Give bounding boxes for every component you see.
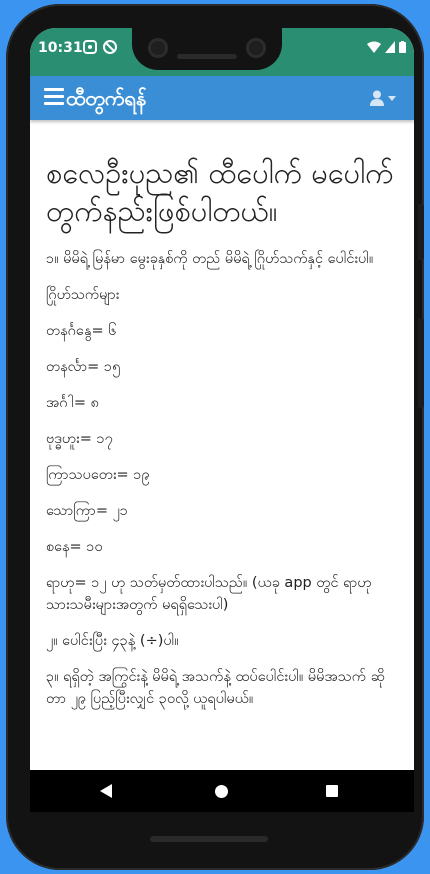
bottom-speaker — [150, 836, 268, 842]
home-circle-icon[interactable] — [215, 785, 228, 798]
article-paragraph: တနင်္လာ= ၁၅ — [46, 359, 121, 375]
power-button — [418, 318, 424, 408]
battery-icon — [399, 41, 406, 53]
camera-icon — [148, 38, 168, 58]
article-paragraph: ၂။ ပေါင်းပြီး ၄၃နဲ့ (÷)ပါ။ — [46, 633, 179, 649]
camera-notch — [132, 28, 282, 70]
sensor-icon — [246, 38, 266, 58]
screen: 10:31 ထီတွက်ရန် စလေဦးပုည၏ ထီပေါက် မပေါက်… — [30, 28, 414, 812]
hamburger-icon[interactable] — [44, 88, 64, 106]
user-icon — [370, 90, 384, 106]
article-paragraph: ကြာသပတေး= ၁၉ — [46, 467, 150, 483]
status-time: 10:31 — [38, 40, 83, 56]
article-heading: စလေဦးပုည၏ ထီပေါက် မပေါက် တွက်နည်းဖြစ်ပါတ… — [46, 156, 394, 228]
article-paragraph: တနင်္ဂနွေ= ၆ — [46, 323, 117, 339]
caret-down-icon — [388, 95, 396, 101]
article-paragraph: ဂြိုဟ်သက်များ — [46, 287, 120, 303]
recents-square-icon[interactable] — [326, 785, 338, 797]
back-triangle-icon[interactable] — [100, 784, 112, 798]
article-paragraph: ဗုဒ္ဓဟူး= ၁၇ — [46, 431, 113, 447]
app-bar: ထီတွက်ရန် — [30, 76, 414, 120]
article-paragraph: ရာဟု= ၁၂ ဟု သတ်မှတ်ထားပါသည်။ (ယခု app တွ… — [46, 575, 372, 613]
volume-button — [418, 204, 424, 260]
article-paragraph: ၁။ မိမိရဲ့ မြန်မာ မွေးခုနှစ်ကို တည် မိမိ… — [46, 251, 374, 267]
article-paragraph: ၃။ ရရှိတဲ့ အကြွင်းနဲ့ မိမိရဲ့ အသက်နဲ့ ထပ… — [46, 669, 385, 707]
article-paragraph: စနေ= ၁၀ — [46, 539, 103, 555]
article-content: စလေဦးပုည၏ ထီပေါက် မပေါက် တွက်နည်းဖြစ်ပါတ… — [30, 120, 414, 770]
article-paragraph: သောကြာ= ၂၁ — [46, 503, 128, 519]
status-icons — [367, 41, 406, 53]
app-title: ထီတွက်ရန် — [66, 86, 147, 110]
signal-icon — [385, 41, 395, 53]
notification-icon — [83, 40, 97, 54]
system-nav-bar — [30, 770, 414, 812]
user-menu-button[interactable] — [370, 90, 396, 106]
article-paragraph: အင်္ဂါ= ၈ — [46, 395, 99, 411]
earpiece-speaker — [177, 54, 237, 59]
phone-frame: 10:31 ထီတွက်ရန် စလေဦးပုည၏ ထီပေါက် မပေါက်… — [6, 4, 424, 870]
wifi-icon — [367, 41, 381, 53]
sync-icon — [103, 40, 117, 54]
